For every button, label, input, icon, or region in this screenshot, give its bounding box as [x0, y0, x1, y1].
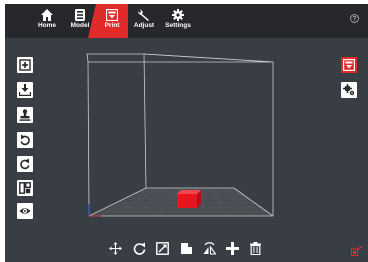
rotate-tool[interactable]: [132, 241, 146, 255]
scale-tool[interactable]: [155, 241, 169, 255]
scale-icon: [155, 241, 169, 255]
layout-button[interactable]: [17, 180, 33, 196]
add-icon: [19, 59, 31, 71]
mirror-icon: [203, 241, 216, 255]
print-icon: [343, 59, 355, 71]
stamp-button[interactable]: [17, 107, 33, 123]
rotate-left-button[interactable]: [17, 132, 33, 148]
rotate-right-button[interactable]: [17, 156, 33, 172]
nav-settings-label: Settings: [165, 22, 191, 29]
lay-flat-icon: [180, 242, 192, 254]
print-icon: [106, 9, 118, 21]
add-model-button[interactable]: [17, 57, 33, 73]
mirror-tool[interactable]: [202, 241, 216, 255]
nav-print[interactable]: Print: [100, 4, 124, 38]
nav-model[interactable]: Model: [67, 4, 93, 38]
rotate-left-icon: [20, 134, 30, 146]
trash-icon: [249, 241, 261, 255]
lay-flat-tool[interactable]: [179, 241, 193, 255]
nav-adjust[interactable]: Adjust: [131, 4, 157, 38]
top-nav-bar: Home Model Print Adjust Settings: [5, 4, 368, 38]
nav-home-label: Home: [37, 22, 57, 29]
stamp-icon: [19, 109, 31, 121]
connection-status-icon[interactable]: [351, 246, 363, 256]
rotate-icon: [133, 242, 145, 255]
help-icon[interactable]: [350, 14, 359, 23]
gear-icon: [172, 9, 184, 21]
model-icon: [75, 9, 85, 21]
nav-print-label: Print: [104, 22, 120, 29]
app-window: Home Model Print Adjust Settings: [5, 4, 368, 262]
move-tool[interactable]: [108, 241, 122, 255]
download-tray-icon: [19, 84, 31, 96]
rotate-right-icon: [20, 158, 30, 170]
support-tool[interactable]: [225, 241, 239, 255]
print-panel-button[interactable]: [341, 57, 357, 73]
delete-tool[interactable]: [248, 241, 262, 255]
layout-icon: [19, 182, 31, 194]
import-button[interactable]: [17, 82, 33, 98]
nav-settings[interactable]: Settings: [163, 4, 193, 38]
move-icon: [108, 241, 122, 255]
print-settings-button[interactable]: [341, 82, 357, 98]
view-button[interactable]: [17, 203, 33, 219]
nav-model-label: Model: [70, 22, 90, 29]
model-object[interactable]: [177, 190, 201, 208]
gears-icon: [343, 84, 355, 96]
nav-home[interactable]: Home: [35, 4, 59, 38]
eye-icon: [19, 208, 31, 214]
support-icon: [225, 241, 239, 255]
home-icon: [41, 9, 53, 21]
nav-adjust-label: Adjust: [133, 22, 155, 29]
build-viewport[interactable]: [5, 38, 368, 262]
wrench-icon: [138, 9, 149, 21]
